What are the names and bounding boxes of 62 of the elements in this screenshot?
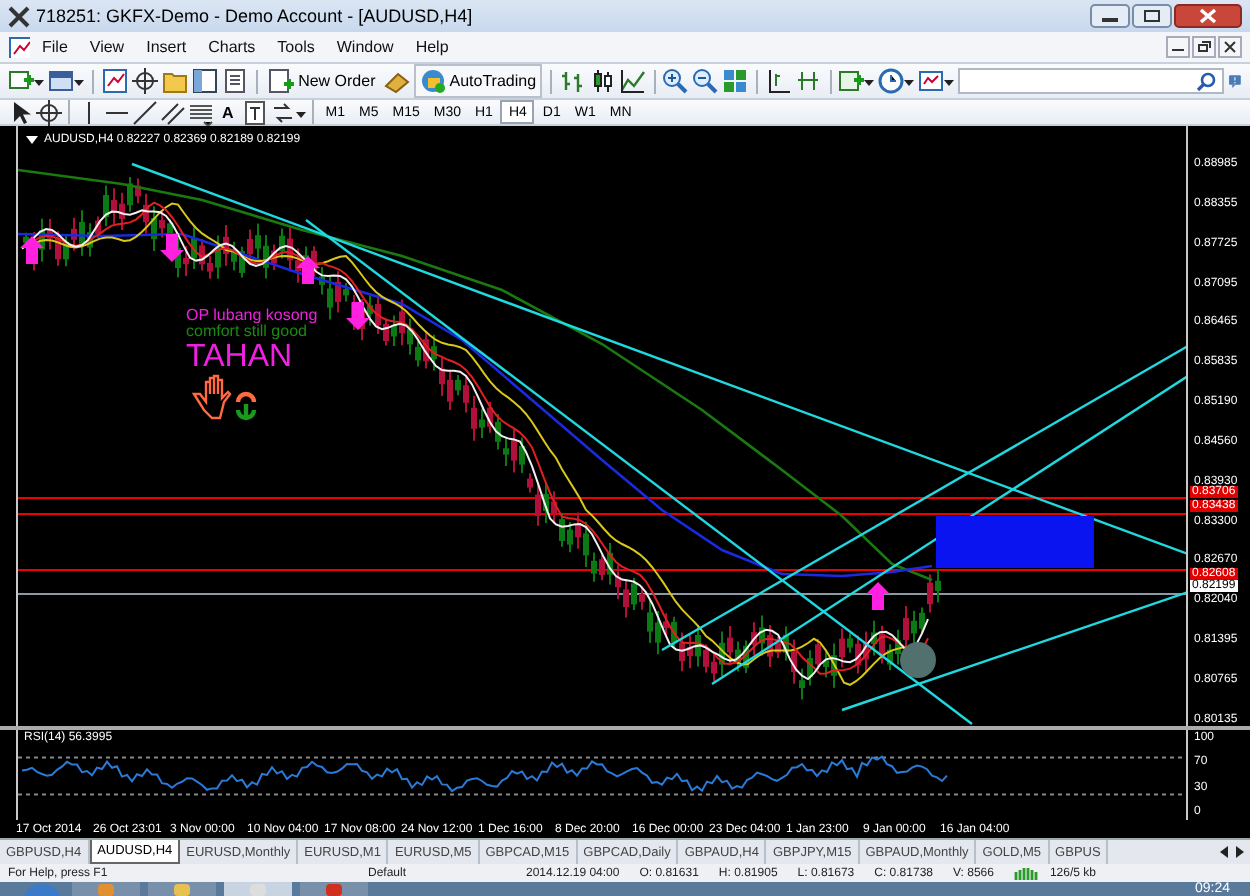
connection-bars-icon[interactable] xyxy=(1013,866,1042,880)
scroll-right-icon[interactable] xyxy=(1234,844,1246,860)
zoom-out-icon[interactable] xyxy=(692,68,719,94)
up-arrow-icon xyxy=(866,582,890,610)
menu-item[interactable]: Tools xyxy=(265,38,325,56)
fibonacci-icon[interactable] xyxy=(188,99,214,125)
tile-windows-icon[interactable] xyxy=(722,68,749,94)
chart-window-icon[interactable] xyxy=(8,36,30,58)
search-icon[interactable] xyxy=(1196,71,1217,91)
up-arrow-icon xyxy=(296,256,320,284)
search-field[interactable] xyxy=(958,68,1225,94)
template-icon[interactable] xyxy=(918,68,945,94)
new-order-button[interactable]: New Order xyxy=(264,66,380,96)
chart-note: TAHAN xyxy=(186,341,293,376)
menu-item[interactable]: Window xyxy=(324,38,404,56)
candlestick-icon[interactable] xyxy=(589,68,616,94)
down-arrow-icon xyxy=(160,234,184,262)
chart-window-icon[interactable] xyxy=(101,68,128,94)
autotrading-button[interactable]: AutoTrading xyxy=(413,64,543,98)
menu-item[interactable]: Help xyxy=(403,38,459,56)
chart-shift-icon[interactable] xyxy=(765,68,792,94)
circle-shape xyxy=(900,642,936,678)
crosshair-icon[interactable] xyxy=(131,68,158,94)
panel-icon[interactable] xyxy=(191,68,218,94)
close-icon[interactable] xyxy=(1174,4,1242,28)
chart-note: OP lubang kosong xyxy=(186,308,318,324)
hand-icon xyxy=(191,374,232,420)
robot-icon xyxy=(419,68,446,94)
menu-item[interactable]: Charts xyxy=(196,38,266,56)
clock-icon[interactable] xyxy=(878,68,905,94)
menu-item[interactable]: Insert xyxy=(134,38,197,56)
minimize-icon[interactable] xyxy=(1166,36,1190,58)
maximize-icon[interactable] xyxy=(1132,4,1172,28)
window-title: 718251: GKFX-Demo - Demo Account - [AUDUSD,H4] xyxy=(36,6,473,26)
restore-icon[interactable] xyxy=(1192,36,1216,58)
menu-item[interactable]: File xyxy=(30,38,78,56)
crosshair-icon[interactable] xyxy=(36,99,62,125)
start-orb-icon[interactable] xyxy=(20,882,64,896)
up-arrow-icon xyxy=(20,236,44,264)
text-tool-button[interactable]: A xyxy=(216,103,240,121)
document-plus-icon xyxy=(268,68,295,94)
arrows-icon[interactable] xyxy=(269,99,296,125)
menu-item[interactable]: View xyxy=(77,38,135,56)
chart-note: comfort still good xyxy=(186,324,307,342)
zoom-in-icon[interactable] xyxy=(662,68,689,94)
line-chart-icon[interactable] xyxy=(619,68,646,94)
text-label-icon[interactable] xyxy=(241,99,268,125)
cursor-icon[interactable] xyxy=(8,99,34,125)
down-arrow-icon xyxy=(346,302,370,330)
plus-icon[interactable] xyxy=(8,68,34,94)
folder-icon[interactable] xyxy=(161,68,188,94)
trendline-icon[interactable] xyxy=(132,99,158,125)
minimize-icon[interactable] xyxy=(1090,4,1130,28)
window-icon[interactable] xyxy=(48,68,74,94)
dropdown-caret-icon[interactable] xyxy=(26,134,38,146)
app-icon[interactable] xyxy=(8,5,30,27)
scroll-left-icon[interactable] xyxy=(1218,844,1230,860)
close-icon[interactable] xyxy=(1218,36,1242,58)
autoscroll-icon[interactable] xyxy=(795,68,822,94)
indicator-icon[interactable] xyxy=(838,68,865,94)
bar-chart-icon[interactable] xyxy=(559,68,586,94)
document-icon[interactable] xyxy=(221,68,248,94)
